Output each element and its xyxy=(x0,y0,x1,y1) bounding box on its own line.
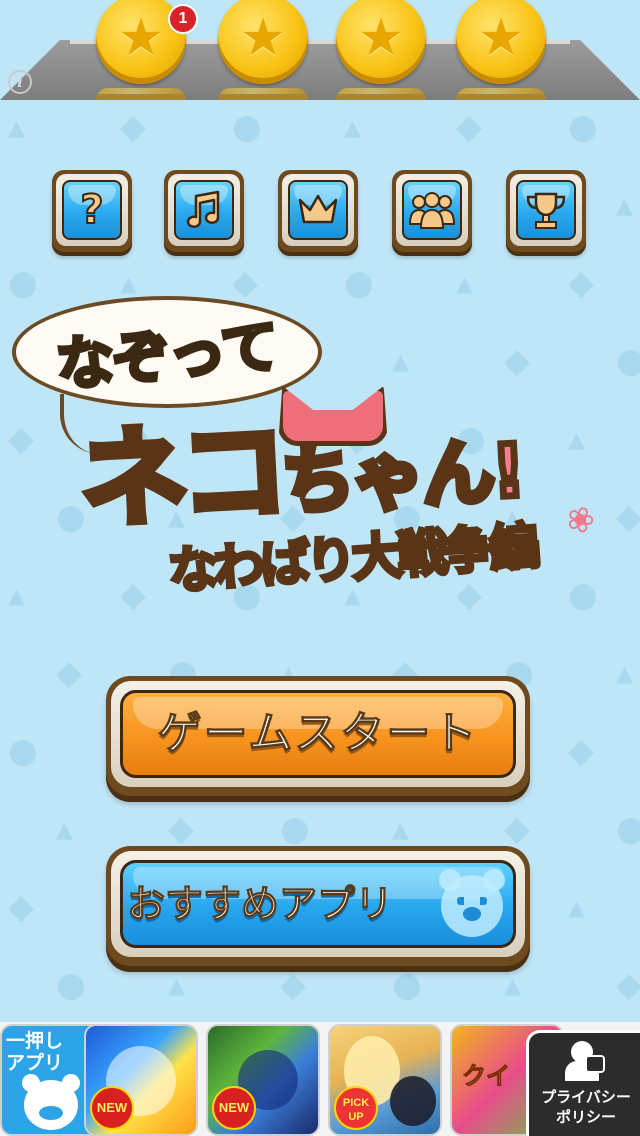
ranking-button[interactable] xyxy=(278,170,358,252)
recommended-apps-label: おすすめアプリ xyxy=(127,882,394,927)
background-motif: ● xyxy=(232,107,262,147)
pick-up-tag: PICK UP xyxy=(334,1086,378,1130)
coin-bar: ★ ★ ★ ★ 1 i xyxy=(0,0,640,100)
sound-button[interactable] xyxy=(164,170,244,252)
help-button[interactable]: ? xyxy=(52,170,132,252)
coin-reflection xyxy=(456,88,546,100)
background-motif: ▴ xyxy=(616,653,634,693)
background-motif: ▴ xyxy=(392,809,410,849)
info-icon[interactable]: i xyxy=(8,70,32,94)
friends-button[interactable] xyxy=(392,170,472,252)
app-ad-1[interactable]: NEW xyxy=(84,1024,198,1136)
background-motif: ◆ xyxy=(504,809,531,849)
button-face: ? xyxy=(62,180,122,240)
star-icon: ★ xyxy=(477,8,525,68)
coin-4[interactable]: ★ xyxy=(456,0,546,84)
background-motif: ◆ xyxy=(280,965,307,1005)
app-ad-3[interactable]: PICK UP xyxy=(328,1024,442,1136)
question-icon: ? xyxy=(79,187,104,233)
app-ad-2[interactable]: NEW xyxy=(206,1024,320,1136)
coin-3[interactable]: ★ xyxy=(336,0,426,84)
background-motif: ▴ xyxy=(344,107,362,147)
game-logo: なぞって ネコちゃん! なわばり大戦争編 ❀ xyxy=(0,290,640,620)
game-start-button[interactable]: ゲームスタート xyxy=(106,676,530,796)
privacy-policy-label: プライバシー ポリシー xyxy=(541,1088,631,1126)
logo-line2-small: ちゃん! xyxy=(277,425,529,528)
black-cat-icon xyxy=(390,1076,436,1126)
person-lock-icon xyxy=(565,1041,607,1081)
background-motif: ◆ xyxy=(456,107,483,147)
trophy-icon xyxy=(518,182,574,238)
privacy-policy-button[interactable]: プライバシー ポリシー xyxy=(526,1030,640,1136)
background-motif: ● xyxy=(616,809,640,849)
music-note-icon xyxy=(176,182,232,238)
star-icon: ★ xyxy=(357,8,405,68)
background-motif: ● xyxy=(280,809,310,849)
lock-icon xyxy=(585,1055,605,1073)
coin-2[interactable]: ★ xyxy=(218,0,308,84)
push-app-label: 一押し アプリ xyxy=(6,1030,64,1074)
bear-icon xyxy=(22,1074,80,1130)
achievements-button[interactable] xyxy=(506,170,586,252)
background-motif: ◆ xyxy=(168,809,195,849)
bear-icon xyxy=(439,869,505,937)
new-tag: NEW xyxy=(212,1086,256,1130)
button-face xyxy=(288,180,348,240)
game-start-label: ゲームスタート xyxy=(157,708,479,760)
button-face xyxy=(516,180,576,240)
background-motif: ◆ xyxy=(8,887,35,927)
bear-eyes xyxy=(457,897,487,905)
background-motif: ◆ xyxy=(616,965,640,1005)
new-tag: NEW xyxy=(90,1086,134,1130)
background-motif: ◆ xyxy=(568,731,595,771)
coin-reflection xyxy=(218,88,308,100)
background-motif: ● xyxy=(568,107,598,147)
background-motif: ◆ xyxy=(120,107,147,147)
logo-line2-big: ネコ xyxy=(74,405,289,547)
button-face: おすすめアプリ xyxy=(120,860,516,948)
star-icon: ★ xyxy=(239,8,287,68)
background-motif: ▴ xyxy=(504,965,522,1005)
coin-reflection xyxy=(336,88,426,100)
button-face: ゲームスタート xyxy=(120,690,516,778)
crown-icon xyxy=(290,182,346,238)
background-motif: ▴ xyxy=(56,809,74,849)
background-motif: ▴ xyxy=(168,965,186,1005)
notification-badge: 1 xyxy=(168,4,198,34)
background-motif: ● xyxy=(392,965,422,1005)
button-face xyxy=(174,180,234,240)
background-motif: ● xyxy=(8,731,38,771)
recommended-apps-button[interactable]: おすすめアプリ xyxy=(106,846,530,966)
bear-snout xyxy=(463,907,481,921)
background-motif: ▴ xyxy=(568,887,586,927)
people-icon xyxy=(404,182,460,238)
background-motif: ◆ xyxy=(56,653,83,693)
coin-reflection xyxy=(96,88,186,100)
button-face xyxy=(402,180,462,240)
background-motif: ● xyxy=(56,965,86,1005)
background-motif: ▴ xyxy=(616,185,634,225)
background-motif: ▴ xyxy=(8,107,26,147)
